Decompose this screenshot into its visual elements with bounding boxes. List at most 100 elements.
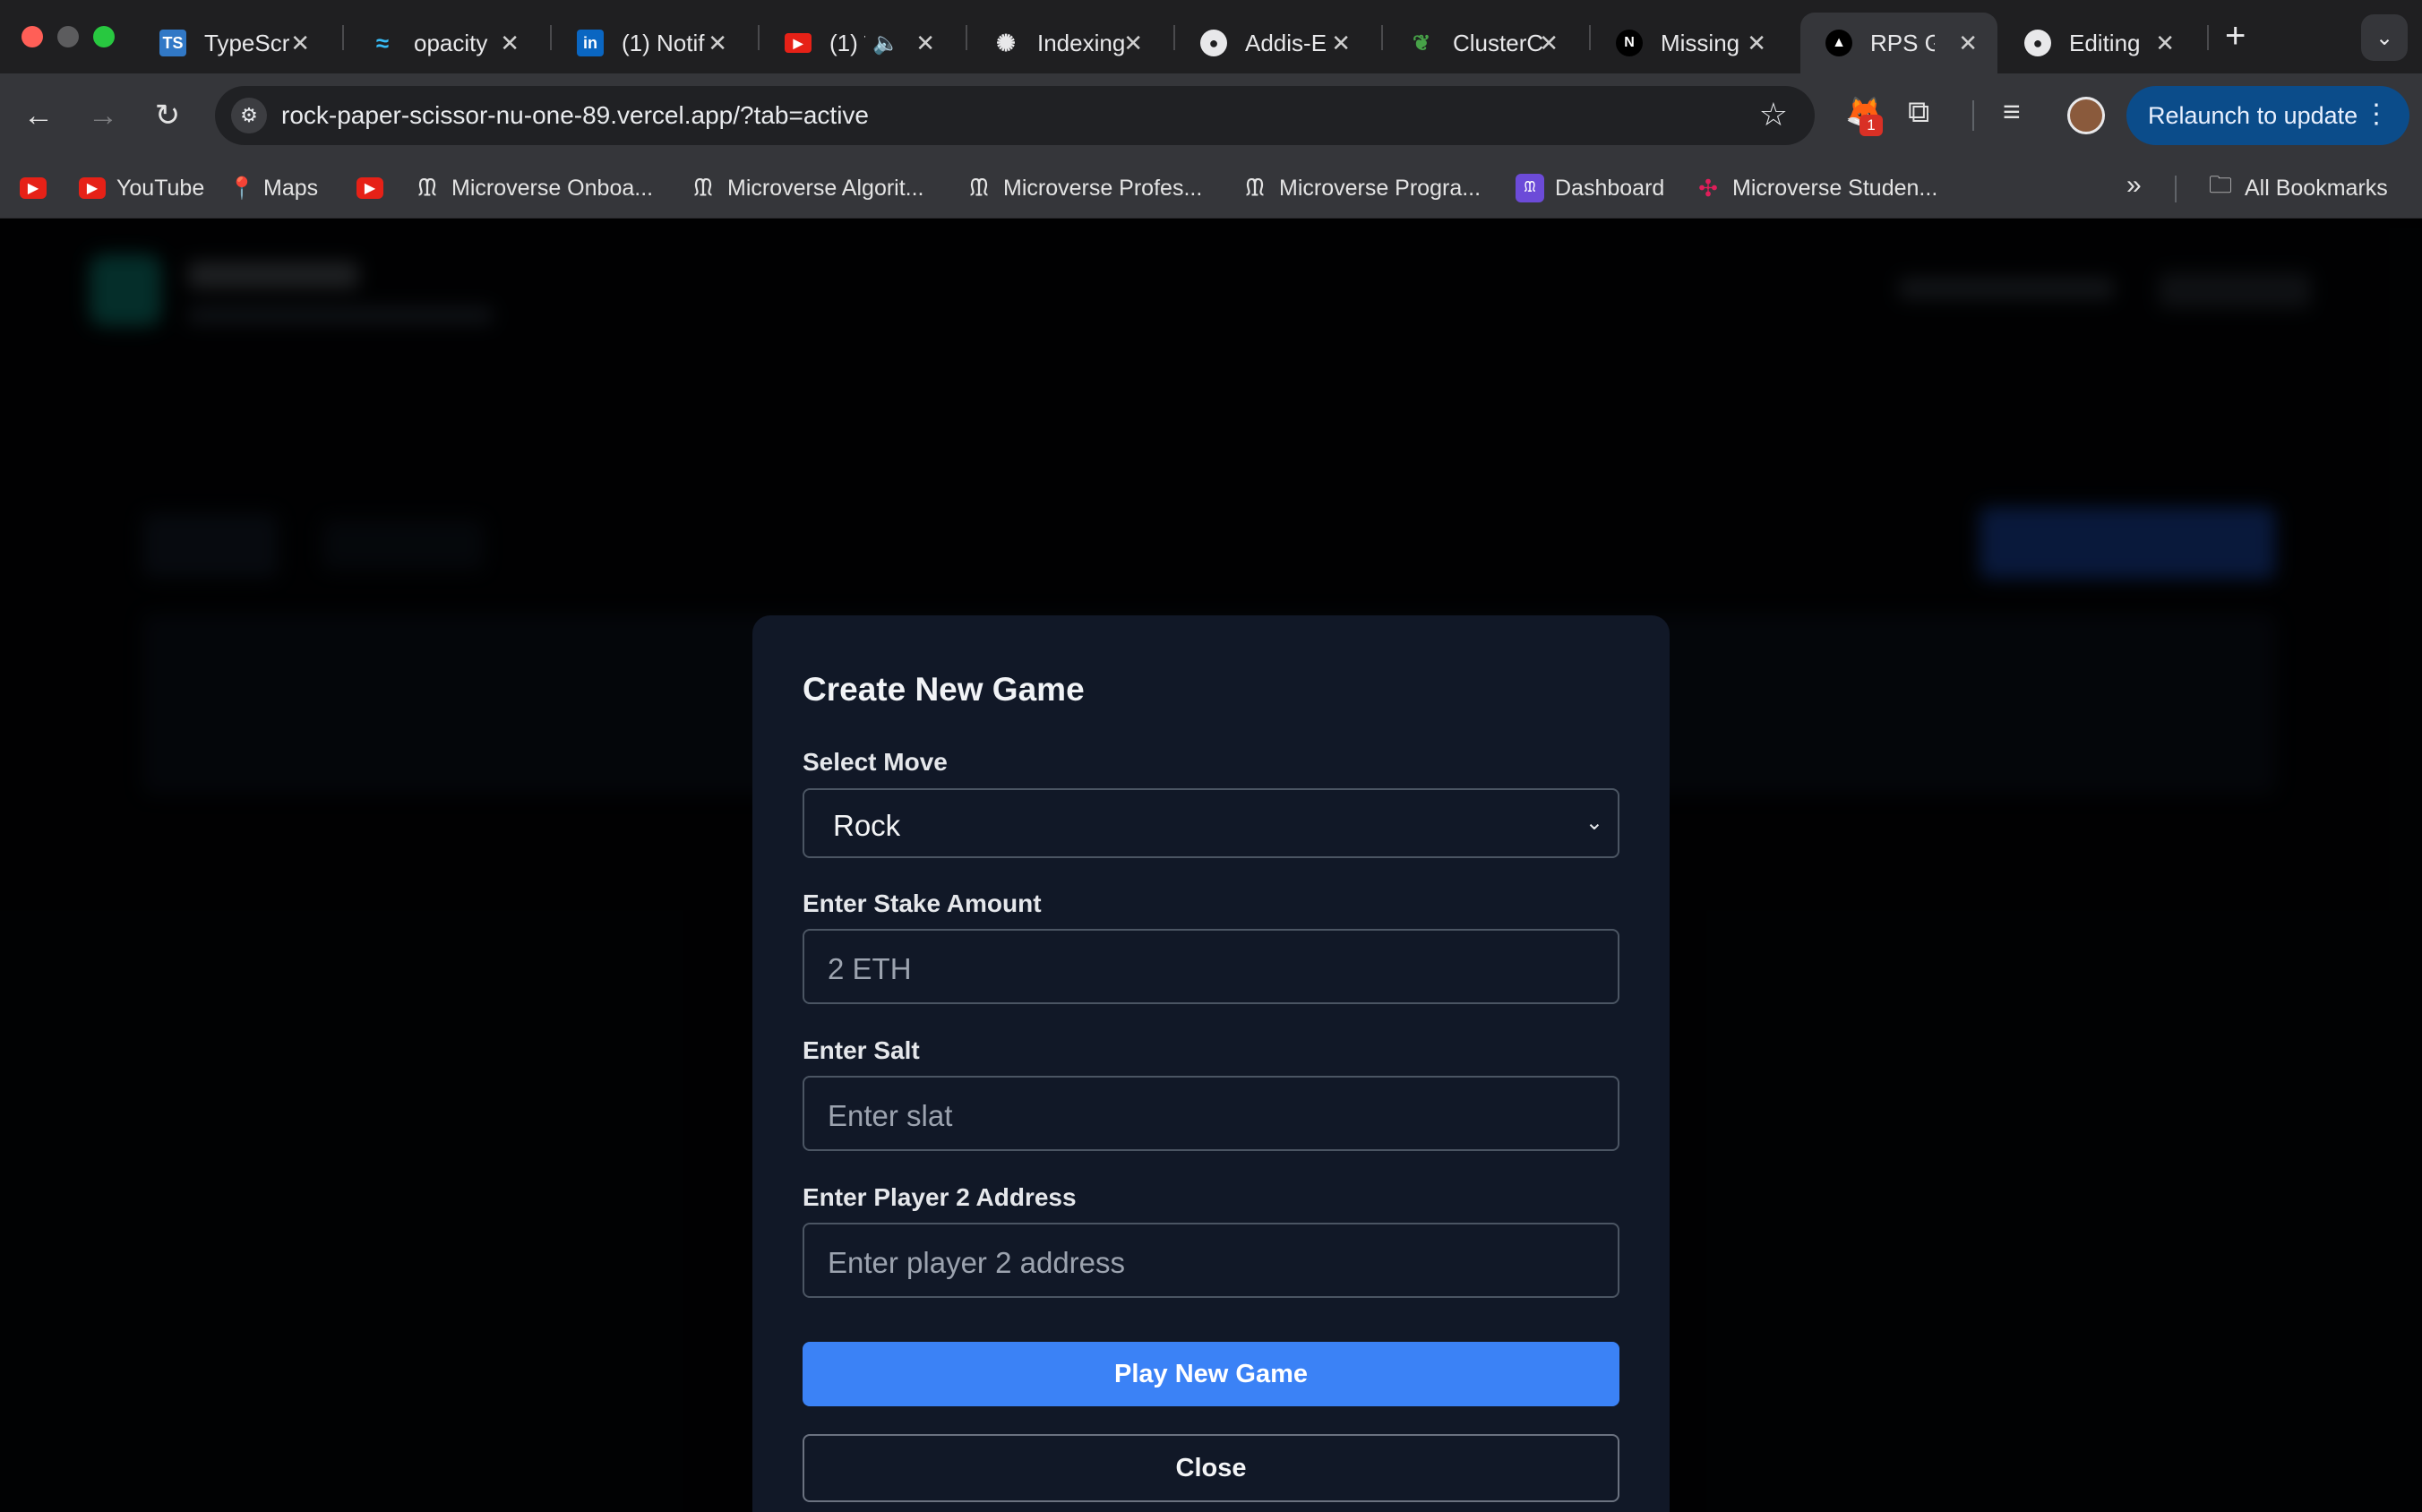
close-icon[interactable]: ✕ (708, 30, 727, 57)
tab-opacity[interactable]: ≈ opacity ✕ (344, 13, 539, 73)
tab-mongodb[interactable]: ❦ ClusterC ✕ (1383, 13, 1578, 73)
bookmark-youtube[interactable]: ▶ YouTube (79, 170, 204, 206)
tab-missing[interactable]: N Missing ✕ (1591, 13, 1786, 73)
tab-youtube[interactable]: ▶ (1) ħ 🔈 ✕ (760, 13, 955, 73)
relaunch-label: Relaunch to update (2148, 101, 2358, 129)
microverse-icon: ᙢ (1245, 174, 1265, 201)
close-window-button[interactable] (21, 26, 43, 47)
media-controls-icon[interactable]: ≡ (2003, 95, 2021, 130)
bookmark-microverse-onboarding[interactable]: ᙢ Microverse Onboa... (414, 170, 653, 206)
close-icon[interactable]: ✕ (1747, 30, 1766, 57)
close-icon[interactable]: ✕ (1123, 30, 1143, 57)
bookmark-microverse-professional[interactable]: ᙢ Microverse Profes... (966, 170, 1202, 206)
close-icon[interactable]: ✕ (915, 30, 935, 57)
reload-button[interactable]: ↻ (145, 93, 190, 138)
bookmark-youtube-icon-only[interactable]: ▶ (20, 170, 57, 206)
close-icon[interactable]: ✕ (1539, 30, 1559, 57)
tab-github-editing[interactable]: ● Editing ✕ (1999, 13, 2194, 73)
more-bookmarks-icon[interactable]: » (2126, 170, 2142, 201)
stake-label: Enter Stake Amount (803, 889, 1042, 917)
chevron-down-icon: ⌄ (1585, 811, 1603, 835)
url-text[interactable]: rock-paper-scissor-nu-one-89.vercel.app/… (281, 101, 869, 130)
minimize-window-button[interactable] (57, 26, 79, 47)
bookmark-microverse-student[interactable]: ✣ Microverse Studen... (1695, 170, 1937, 206)
tab-divider (2207, 25, 2209, 50)
tab-title: Editing (2069, 29, 2141, 56)
close-icon[interactable]: ✕ (290, 30, 310, 57)
salt-input[interactable]: Enter slat (803, 1076, 1619, 1151)
youtube-icon: ▶ (20, 177, 47, 199)
tab-search-button[interactable]: ⌄ (2361, 14, 2408, 61)
youtube-icon: ▶ (785, 33, 812, 53)
forward-button[interactable]: → (81, 93, 125, 138)
bookmarks-bar: ▶ ▶ YouTube 📍 Maps ▶ ᙢ Microverse Onboa.… (0, 158, 2422, 219)
tab-title: RPS Ga (1870, 29, 1935, 56)
all-bookmarks[interactable]: 🗀 All Bookmarks (2207, 170, 2388, 206)
tab-title: TypeScr (204, 29, 290, 56)
mongodb-icon: ❦ (1412, 30, 1431, 56)
bookmark-label: All Bookmarks (2245, 175, 2388, 201)
tab-rps-game[interactable]: ▲ RPS Ga ✕ (1800, 13, 1997, 73)
tab-github-addis[interactable]: ● Addis-E ✕ (1175, 13, 1370, 73)
tab-title: opacity (414, 29, 488, 56)
tab-title: (1) Notif (622, 29, 705, 56)
tab-typescript[interactable]: TS TypeScr ✕ (134, 13, 330, 73)
toolbar: ← → ↻ ⚙ rock-paper-scissor-nu-one-89.ver… (0, 73, 2422, 158)
back-button[interactable]: ← (16, 93, 61, 138)
bookmark-label: YouTube (116, 175, 205, 201)
create-game-modal: Create New Game Select Move Rock ⌄ Enter… (752, 615, 1670, 1512)
nextjs-icon: N (1616, 30, 1643, 56)
close-icon[interactable]: ✕ (500, 30, 520, 57)
bookmark-microverse-algorithms[interactable]: ᙢ Microverse Algorit... (690, 170, 923, 206)
player2-placeholder: Enter player 2 address (828, 1246, 1126, 1279)
close-icon[interactable]: ✕ (1958, 30, 1978, 57)
address-bar[interactable]: ⚙ rock-paper-scissor-nu-one-89.vercel.ap… (215, 86, 1815, 145)
linkedin-icon: in (577, 30, 604, 56)
player2-address-input[interactable]: Enter player 2 address (803, 1223, 1619, 1298)
bookmark-dashboard[interactable]: ᙢ Dashboard (1516, 170, 1664, 206)
tab-title: Addis-E (1245, 29, 1327, 56)
new-tab-icon[interactable]: + (2225, 16, 2246, 56)
toolbar-divider (1972, 100, 1974, 131)
bookmark-label: Maps (263, 175, 319, 201)
maximize-window-button[interactable] (93, 26, 115, 47)
move-select[interactable]: Rock ⌄ (803, 788, 1619, 858)
bookmark-microverse-program[interactable]: ᙢ Microverse Progra... (1241, 170, 1481, 206)
tab-linkedin[interactable]: in (1) Notif ✕ (552, 13, 747, 73)
site-settings-icon[interactable]: ⚙ (231, 98, 267, 133)
tab-title: ClusterC (1453, 29, 1544, 56)
more-menu-icon[interactable]: ⋮ (2363, 99, 2390, 130)
tab-title: Missing (1661, 29, 1740, 56)
bookmark-youtube-icon-only-2[interactable]: ▶ (356, 170, 394, 206)
maps-icon: 📍 (228, 176, 255, 201)
close-button[interactable]: Close (803, 1434, 1619, 1502)
github-icon: ● (2024, 30, 2051, 56)
folder-icon: 🗀 (2208, 171, 2232, 198)
profile-avatar[interactable] (2067, 97, 2105, 134)
bookmark-label: Dashboard (1555, 175, 1665, 201)
stake-placeholder: 2 ETH (828, 952, 912, 985)
openai-icon: ✺ (996, 29, 1016, 56)
bookmark-label: Microverse Studen... (1732, 175, 1938, 201)
speaker-icon[interactable]: 🔈 (872, 30, 899, 56)
bookmark-maps[interactable]: 📍 Maps (228, 170, 319, 206)
salt-placeholder: Enter slat (828, 1099, 953, 1132)
stake-input[interactable]: 2 ETH (803, 929, 1619, 1004)
page-content: Create New Game Select Move Rock ⌄ Enter… (0, 219, 2422, 1512)
close-icon[interactable]: ✕ (1331, 30, 1351, 57)
github-icon: ● (1200, 30, 1227, 56)
tab-strip: TS TypeScr ✕ ≈ opacity ✕ in (1) Notif ✕ … (0, 0, 2422, 73)
play-new-game-button[interactable]: Play New Game (803, 1342, 1619, 1406)
relaunch-update-button[interactable]: Relaunch to update ⋮ (2126, 86, 2409, 145)
tab-indexing[interactable]: ✺ Indexing ✕ (967, 13, 1163, 73)
tailwind-icon: ≈ (375, 29, 390, 56)
bookmark-star-icon[interactable]: ☆ (1759, 96, 1788, 133)
typescript-icon: TS (159, 30, 186, 56)
microverse-icon: ᙢ (1516, 174, 1544, 202)
modal-title: Create New Game (803, 671, 1085, 708)
extensions-puzzle-icon[interactable]: ⧉ (1908, 95, 1929, 130)
bookmark-label: Microverse Onboa... (451, 175, 654, 201)
bookmark-label: Microverse Progra... (1279, 175, 1482, 201)
vercel-icon: ▲ (1825, 30, 1852, 56)
close-icon[interactable]: ✕ (2155, 30, 2175, 57)
